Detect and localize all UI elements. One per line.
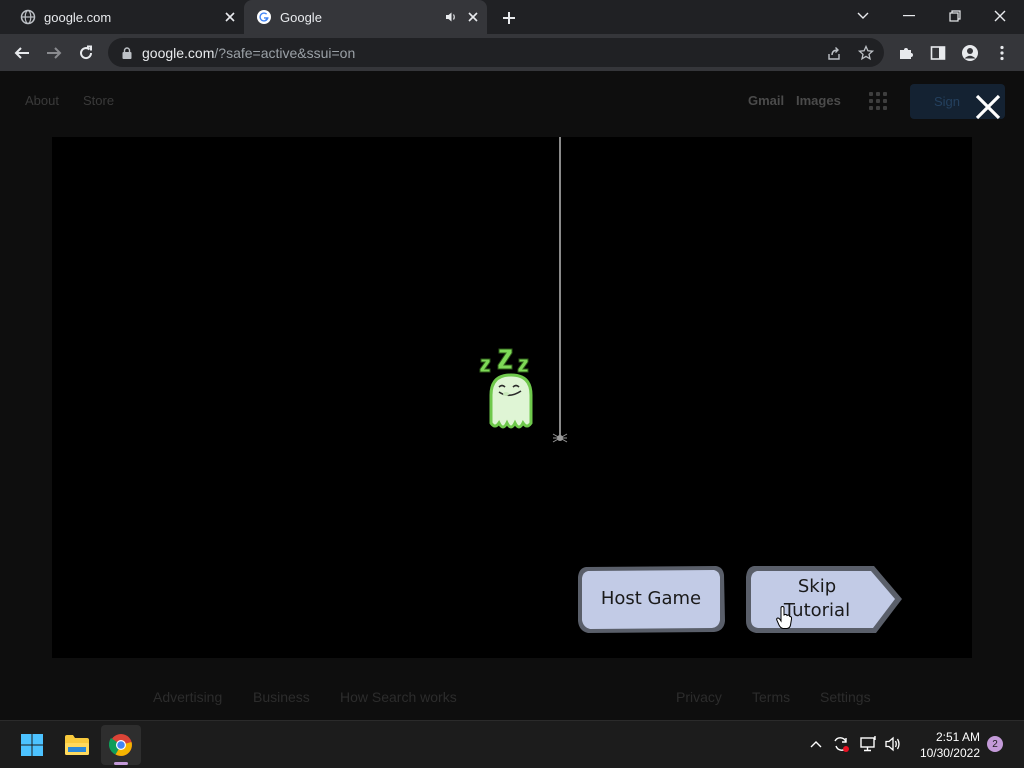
close-tab-icon[interactable]: [465, 9, 481, 25]
arrow-left-icon: [14, 47, 29, 59]
browser-toolbar: google.com/?safe=active&ssui=on: [0, 34, 1024, 72]
new-tab-button[interactable]: [498, 7, 520, 29]
chrome-icon: [109, 734, 132, 756]
network-icon[interactable]: [859, 735, 877, 753]
chrome-taskbar-button[interactable]: [101, 725, 141, 765]
address-bar[interactable]: google.com/?safe=active&ssui=on: [108, 38, 884, 67]
footer-terms[interactable]: Terms: [752, 689, 790, 705]
tab-strip: google.com Google: [0, 0, 1024, 34]
notification-badge[interactable]: 2: [987, 736, 1003, 752]
windows-logo-icon: [21, 734, 43, 756]
system-clock[interactable]: 2:51 AM 10/30/2022: [912, 729, 980, 761]
footer-advertising[interactable]: Advertising: [153, 689, 222, 705]
sync-icon[interactable]: [832, 735, 850, 753]
tab-title: Google: [280, 9, 322, 25]
spider-icon: [552, 433, 568, 443]
close-icon: [975, 94, 1001, 120]
menu-button[interactable]: [988, 39, 1016, 67]
kebab-menu-icon: [1000, 45, 1004, 61]
page-content: About Store Gmail Images Sign Host Game …: [0, 71, 1024, 720]
share-icon[interactable]: [822, 41, 846, 65]
puzzle-icon: [900, 48, 913, 59]
store-link[interactable]: Store: [83, 93, 114, 108]
close-icon: [994, 10, 1006, 22]
globe-icon: [20, 9, 36, 25]
apps-grid-icon[interactable]: [869, 92, 887, 110]
sleeping-ghost: [479, 348, 533, 429]
clock-date: 10/30/2022: [919, 746, 980, 760]
restore-button[interactable]: [937, 2, 973, 30]
start-button[interactable]: [12, 725, 52, 765]
sign-in-label: Sign: [934, 94, 961, 109]
arrow-right-icon: [47, 47, 62, 59]
back-button[interactable]: [8, 39, 36, 67]
speaker-icon[interactable]: [443, 9, 459, 25]
star-icon[interactable]: [854, 41, 878, 65]
lock-icon[interactable]: [120, 46, 134, 60]
tab-title: google.com: [44, 9, 112, 25]
reload-button[interactable]: [72, 39, 100, 67]
footer-how-search-works[interactable]: How Search works: [340, 689, 457, 705]
close-game-button[interactable]: [972, 91, 1004, 123]
about-link[interactable]: About: [25, 93, 59, 108]
profile-button[interactable]: [956, 39, 984, 67]
taskbar: 2:51 AM 10/30/2022 2: [0, 720, 1024, 768]
forward-button[interactable]: [40, 39, 68, 67]
volume-icon[interactable]: [884, 735, 902, 753]
side-panel-icon: [930, 46, 946, 60]
hand-cursor-icon: [776, 606, 792, 629]
skip-tutorial-label: Skip Tutorial: [783, 576, 851, 621]
url-text: google.com/?safe=active&ssui=on: [142, 44, 356, 61]
extensions-button[interactable]: [892, 39, 920, 67]
reload-icon: [80, 45, 93, 60]
skip-tutorial-button[interactable]: Skip Tutorial: [744, 563, 904, 635]
avatar-icon: [962, 45, 978, 61]
tab-google[interactable]: Google: [244, 0, 487, 34]
minimize-button[interactable]: [891, 2, 927, 30]
plus-icon: [503, 12, 515, 24]
images-link[interactable]: Images: [796, 93, 841, 108]
google-g-icon: [256, 9, 272, 25]
gmail-link[interactable]: Gmail: [748, 93, 784, 108]
spider-thread: [559, 137, 561, 437]
active-app-indicator: [114, 762, 128, 765]
close-tab-icon[interactable]: [222, 9, 238, 25]
chevron-down-icon: [857, 12, 869, 19]
host-game-label: Host Game: [600, 588, 702, 609]
side-panel-button[interactable]: [924, 39, 952, 67]
file-explorer-button[interactable]: [57, 725, 97, 765]
minimize-icon: [903, 15, 915, 17]
host-game-button[interactable]: Host Game: [576, 563, 726, 635]
chevron-up-icon[interactable]: [807, 735, 825, 753]
footer-privacy[interactable]: Privacy: [676, 689, 722, 705]
folder-icon: [65, 735, 89, 755]
footer-business[interactable]: Business: [253, 689, 310, 705]
tab-search-button[interactable]: [845, 2, 881, 30]
footer-settings[interactable]: Settings: [820, 689, 871, 705]
tab-google-com[interactable]: google.com: [8, 0, 244, 34]
restore-icon: [949, 10, 961, 22]
close-window-button[interactable]: [982, 2, 1018, 30]
clock-time: 2:51 AM: [935, 730, 980, 744]
